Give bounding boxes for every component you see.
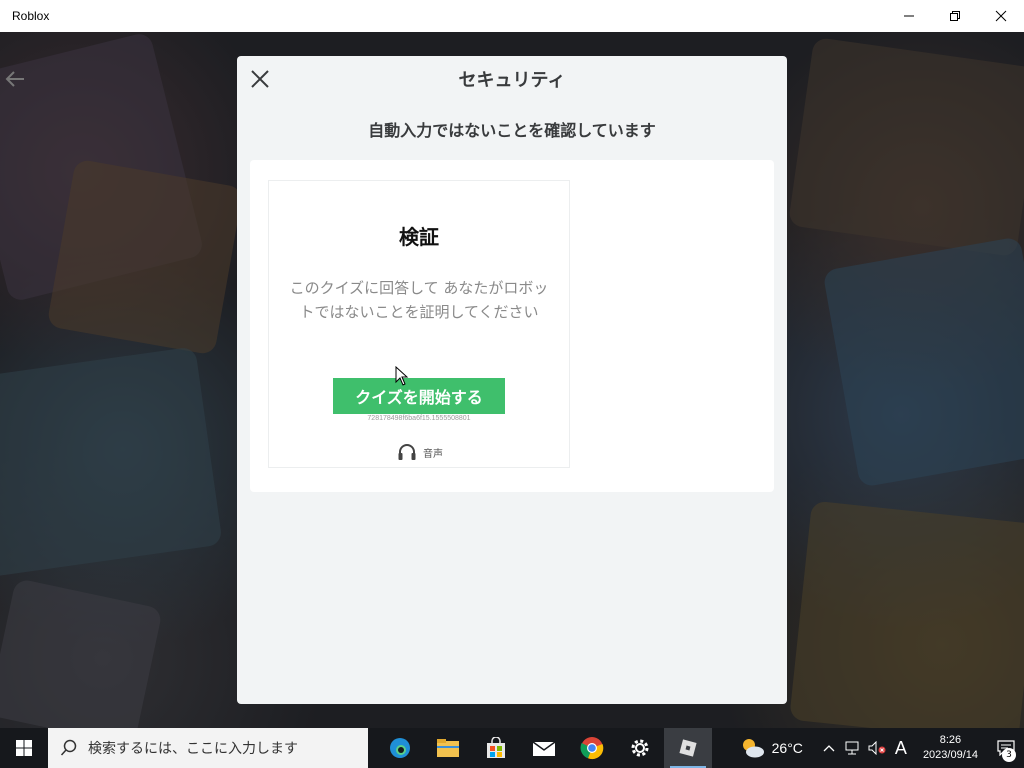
background-tile — [46, 158, 244, 356]
modal-subtitle: 自動入力ではないことを確認しています — [368, 121, 656, 140]
ime-mode-indicator[interactable]: A — [889, 738, 913, 759]
taskbar: 検索するには、ここに入力します 26°C A 8:26 2023/09/14 3 — [0, 728, 1024, 768]
search-placeholder: 検索するには、ここに入力します — [88, 741, 298, 757]
clock-time: 8:26 — [939, 734, 962, 746]
weather-temperature: 26°C — [771, 740, 803, 756]
headphones-icon — [398, 444, 416, 460]
background-tile — [822, 236, 1024, 488]
card-description: このクイズに回答して あなたがロボットではないことを証明してください — [289, 279, 549, 321]
background-tile — [0, 346, 223, 578]
taskbar-app-file-explorer[interactable] — [424, 728, 472, 768]
mouse-cursor-icon — [395, 366, 409, 386]
system-tray: 26°C A 8:26 2023/09/14 3 — [730, 728, 1024, 768]
taskbar-app-chrome[interactable] — [568, 728, 616, 768]
taskbar-search[interactable]: 検索するには、ここに入力します — [48, 728, 368, 768]
notification-badge: 3 — [1002, 748, 1016, 762]
captcha-card: 検証 このクイズに回答して あなたがロボットではないことを証明してください クイ… — [268, 180, 570, 468]
volume-muted-icon — [868, 741, 886, 755]
clock-date: 2023/09/14 — [922, 749, 978, 761]
audio-challenge-button[interactable]: 音声 — [397, 443, 443, 461]
windows-logo-icon — [16, 740, 32, 756]
restore-button[interactable] — [932, 0, 978, 32]
volume-button[interactable] — [865, 728, 889, 768]
taskbar-app-settings[interactable] — [616, 728, 664, 768]
minimize-button[interactable] — [886, 0, 932, 32]
session-id: 728178498f6ba6f15.1555508801 — [367, 415, 471, 422]
edge-icon — [390, 738, 410, 758]
weather-widget[interactable]: 26°C — [730, 737, 817, 759]
start-quiz-button[interactable]: クイズを開始する — [333, 378, 505, 414]
window-title: Roblox — [12, 9, 50, 23]
close-icon — [995, 10, 1007, 22]
network-icon — [845, 741, 859, 755]
restore-icon — [950, 11, 960, 21]
background-tile — [0, 577, 163, 728]
taskbar-app-mail[interactable] — [520, 728, 568, 768]
network-button[interactable] — [841, 728, 865, 768]
captcha-panel: 検証 このクイズに回答して あなたがロボットではないことを証明してください クイ… — [250, 160, 774, 492]
chrome-icon — [580, 737, 604, 760]
back-arrow-icon[interactable] — [4, 68, 26, 90]
file-explorer-icon — [437, 739, 459, 757]
close-window-button[interactable] — [978, 0, 1024, 32]
modal-title: セキュリティ — [458, 70, 566, 91]
taskbar-app-edge[interactable] — [376, 728, 424, 768]
store-icon — [487, 737, 505, 758]
minimize-icon — [904, 15, 914, 17]
audio-label: 音声 — [423, 448, 443, 460]
chevron-up-icon — [823, 745, 835, 752]
roblox-icon — [679, 739, 697, 757]
show-hidden-icons-button[interactable] — [817, 728, 841, 768]
taskbar-clock[interactable]: 8:26 2023/09/14 — [913, 733, 988, 763]
background-tile — [789, 500, 1024, 728]
background-tile — [787, 36, 1024, 258]
settings-icon — [631, 739, 649, 757]
search-icon — [60, 739, 77, 756]
taskbar-app-store[interactable] — [472, 728, 520, 768]
card-heading: 検証 — [399, 225, 439, 249]
mail-icon — [532, 741, 556, 756]
start-button[interactable] — [0, 728, 48, 768]
security-modal: セキュリティ 自動入力ではないことを確認しています 検証 このクイズに回答して … — [237, 56, 787, 704]
window-titlebar: Roblox — [0, 0, 1024, 32]
notifications-button[interactable]: 3 — [988, 728, 1024, 768]
partly-cloudy-icon — [742, 739, 764, 758]
taskbar-app-roblox[interactable] — [664, 728, 712, 768]
